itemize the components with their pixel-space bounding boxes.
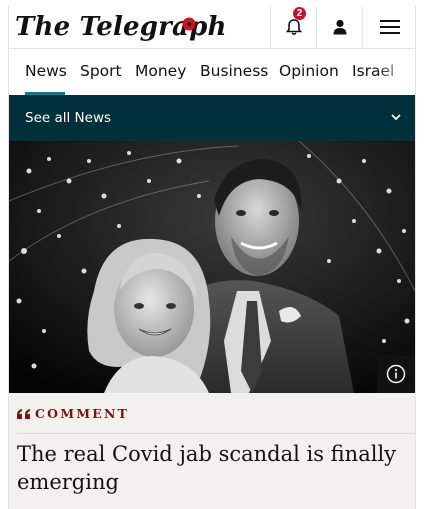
article-card[interactable]: COMMENT The real Covid jab scandal is fi… [9,393,415,509]
menu-icon [379,20,400,34]
hero-photo [9,141,415,393]
top-bar: The Telegraph 2 [9,6,415,49]
bell-icon [286,19,302,35]
nav-item-sport[interactable]: Sport [80,49,122,95]
info-icon [386,364,406,384]
page: The Telegraph 2 News Sport Money Busines… [8,6,416,509]
nav-item-money[interactable]: Money [135,49,186,95]
article-headline[interactable]: The real Covid jab scandal is finally em… [17,440,397,496]
menu-button[interactable] [362,6,415,48]
nav-item-opinion[interactable]: Opinion [279,49,339,95]
article-kicker: COMMENT [35,406,130,421]
card-divider [17,433,415,434]
nav-item-business[interactable]: Business [200,49,268,95]
nav-scroll-fade [375,49,415,95]
account-button[interactable] [316,6,363,48]
account-icon [333,19,347,35]
image-info-button[interactable] [377,355,415,393]
main-nav: News Sport Money Business Opinion Israel [9,49,415,95]
notification-count-badge: 2 [293,7,306,20]
hero-image[interactable] [9,141,415,393]
poppy-icon [182,17,196,31]
comment-quote-icon [17,409,30,419]
see-all-news-label: See all News [25,110,112,126]
chevron-down-icon [391,114,401,121]
see-all-news-bar[interactable]: See all News [9,95,415,141]
nav-item-news[interactable]: News [25,49,67,95]
notifications-button[interactable]: 2 [270,6,317,48]
